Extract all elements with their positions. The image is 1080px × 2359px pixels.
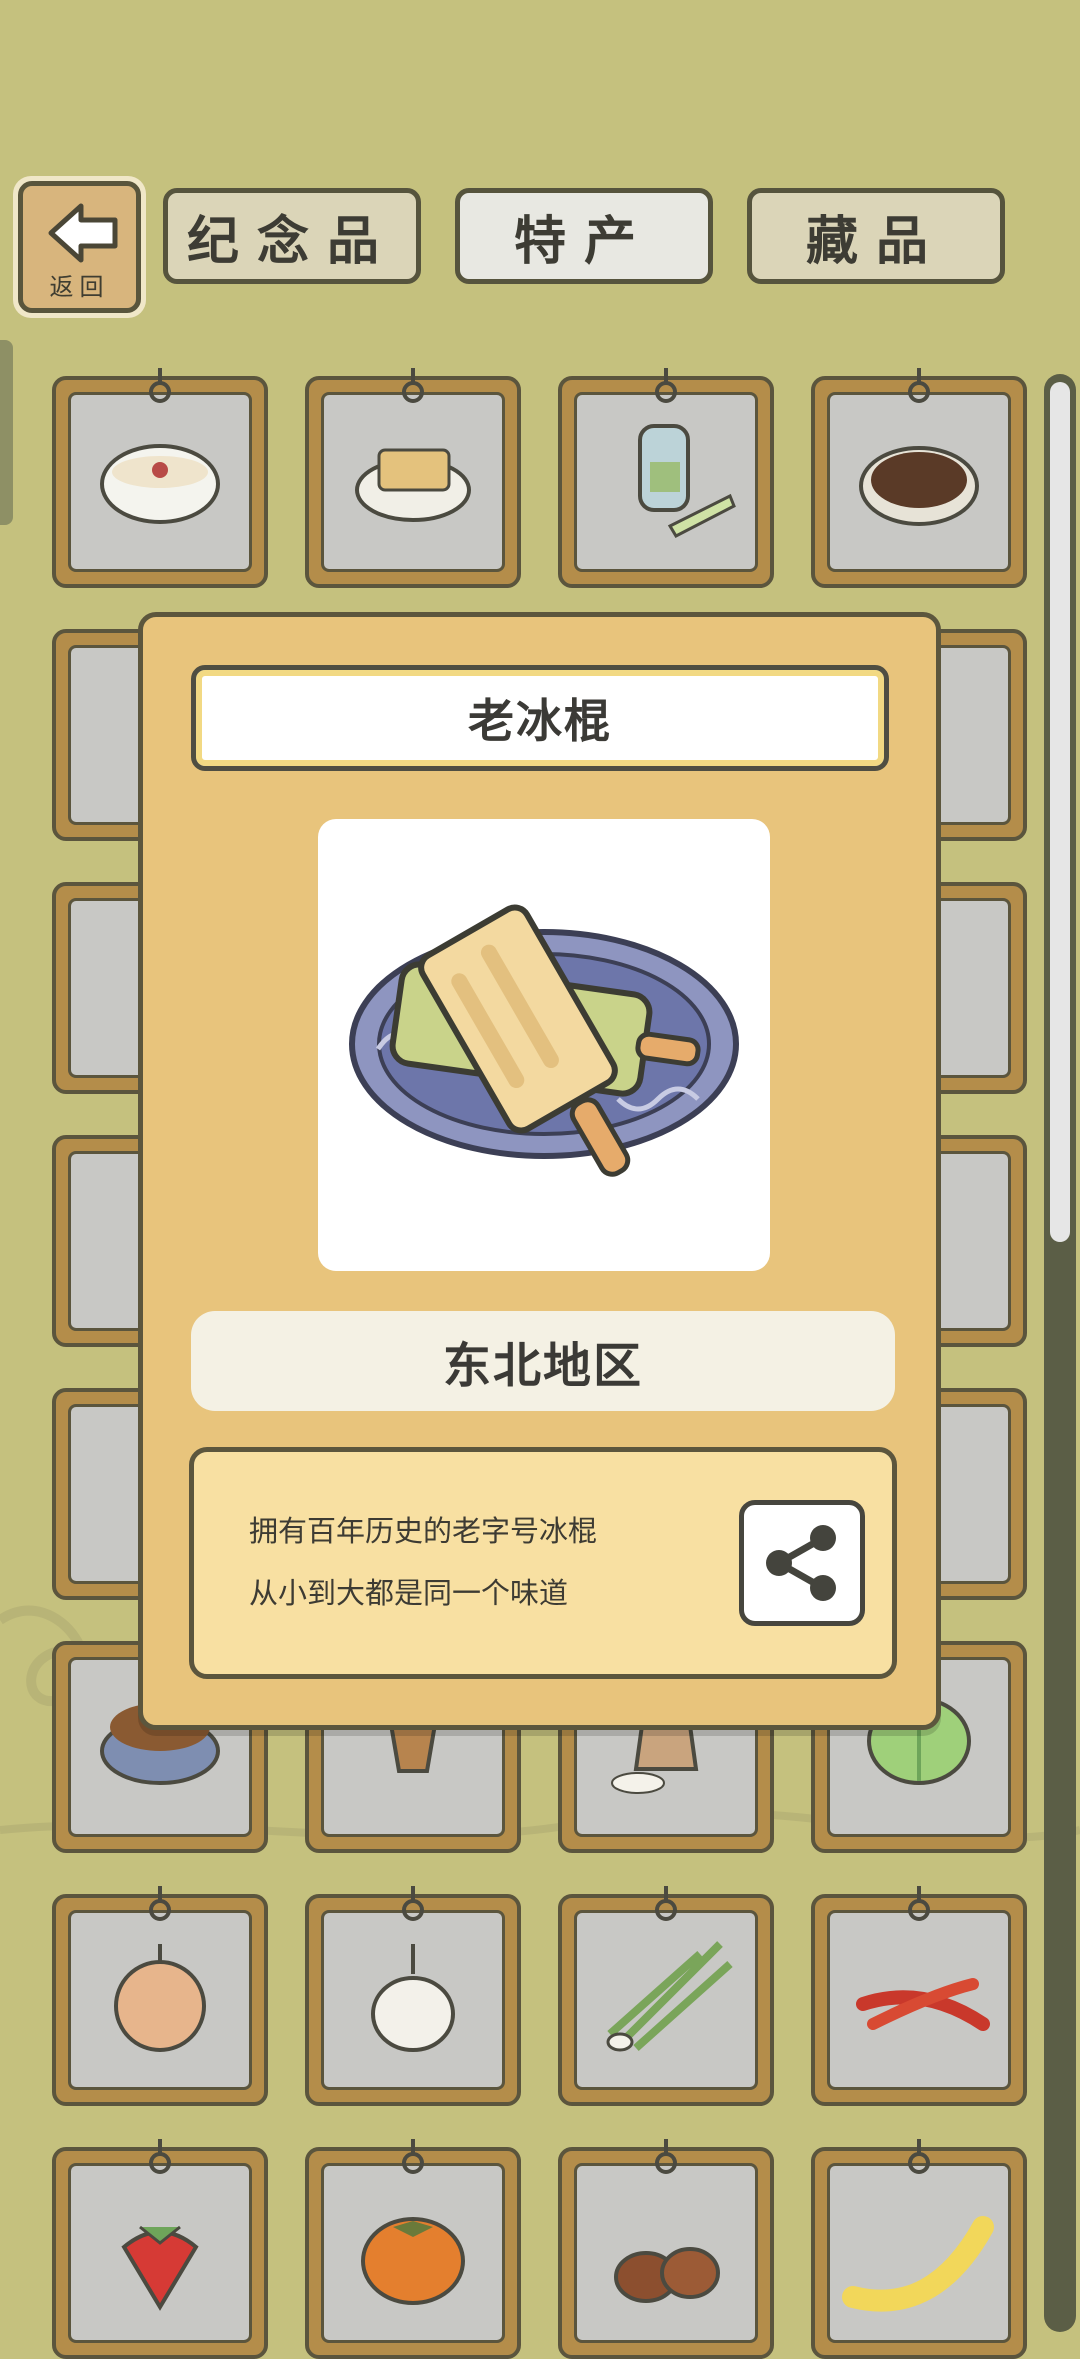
tab-souvenirs[interactable]: 纪念品 xyxy=(163,188,421,284)
tab-specialties[interactable]: 特产 xyxy=(455,188,713,284)
item-title: 老冰棍 xyxy=(191,665,889,771)
item-description-box: 拥有百年历史的老字号冰棍 从小到大都是同一个味道 xyxy=(189,1447,897,1679)
strawberry-icon xyxy=(121,2225,199,2311)
description-line-1: 拥有百年历史的老字号冰棍 xyxy=(249,1514,598,1548)
hook-icon xyxy=(655,368,677,403)
banana-icon xyxy=(842,2216,994,2312)
hook-icon xyxy=(149,1886,171,1921)
grid-item[interactable] xyxy=(811,2139,1027,2359)
chestnut-icon xyxy=(614,2247,720,2303)
item-region: 东北地区 xyxy=(191,1311,895,1411)
hook-icon xyxy=(655,2139,677,2174)
hook-icon xyxy=(149,368,171,403)
scrollbar-thumb[interactable] xyxy=(1050,382,1070,1242)
left-edge-tab xyxy=(0,340,13,525)
item-image xyxy=(318,819,770,1271)
hook-icon xyxy=(655,1886,677,1921)
beans-plate-icon xyxy=(859,446,979,526)
grid-item[interactable] xyxy=(305,2139,521,2359)
grid-item[interactable] xyxy=(305,368,521,588)
scallion-icon xyxy=(606,1941,733,2052)
hook-icon xyxy=(402,2139,424,2174)
grid-item[interactable] xyxy=(305,1886,521,2106)
grid-item[interactable] xyxy=(558,2139,774,2359)
chili-pepper-icon xyxy=(856,1978,990,2031)
hook-icon xyxy=(908,2139,930,2174)
grid-item[interactable] xyxy=(52,368,268,588)
grid-item[interactable] xyxy=(52,1886,268,2106)
hook-icon xyxy=(908,1886,930,1921)
tofu-plate-icon xyxy=(355,448,471,522)
back-label: 返回 xyxy=(49,273,110,301)
grid-item[interactable] xyxy=(811,1886,1027,2106)
onion-icon xyxy=(114,1944,206,2052)
share-icon xyxy=(766,1525,836,1601)
grid-item[interactable] xyxy=(52,2139,268,2359)
persimmon-icon xyxy=(361,2217,465,2305)
description-line-2: 从小到大都是同一个味道 xyxy=(249,1576,569,1610)
porridge-bowl-icon xyxy=(100,444,220,524)
hook-icon xyxy=(908,368,930,403)
grid-item[interactable] xyxy=(811,368,1027,588)
tea-jar-icon xyxy=(638,424,736,538)
hook-icon xyxy=(402,368,424,403)
popsicle-plate-icon xyxy=(349,904,739,1177)
garlic-icon xyxy=(371,1944,455,2052)
back-button[interactable]: 返回 xyxy=(13,176,146,318)
share-button[interactable] xyxy=(739,1500,865,1626)
hook-icon xyxy=(402,1886,424,1921)
grid-item[interactable] xyxy=(558,368,774,588)
back-arrow-icon xyxy=(48,203,118,263)
hook-icon xyxy=(149,2139,171,2174)
tab-collectibles[interactable]: 藏品 xyxy=(747,188,1005,284)
item-detail-popup: 老冰棍 东北地区 拥有百年历史的老字号冰棍 从小到大都是同一个味道 xyxy=(138,612,941,1730)
grid-item[interactable] xyxy=(558,1886,774,2106)
